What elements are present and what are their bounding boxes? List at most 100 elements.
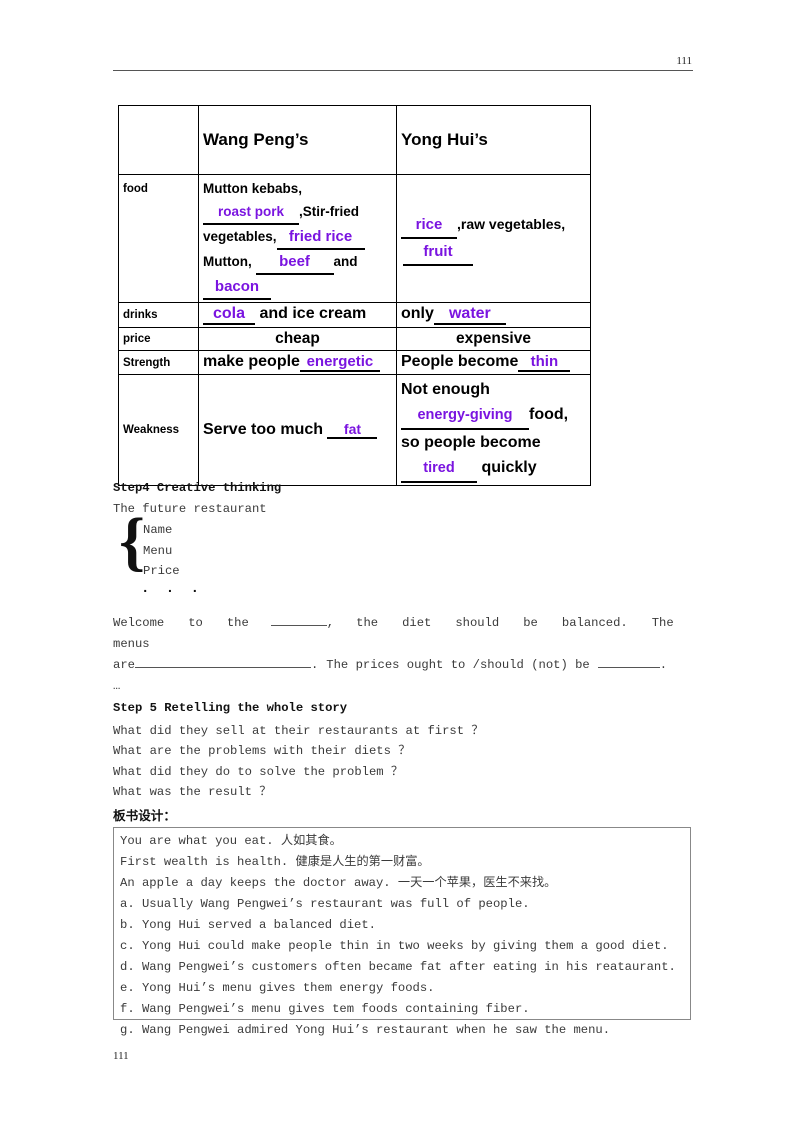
sentence-w7: should [455,616,500,630]
table-row-drinks: drinks cola and ice cream only water [118,302,591,328]
sentence-w19: (not) [531,658,568,672]
footer-page-number: 111 [113,1050,129,1062]
brace-group: { Name Menu Price · · · [113,509,698,606]
sentence-w14: The [326,658,349,672]
header-cell-blank [118,105,199,175]
sentence-w3: the [226,616,249,630]
brace-item-price: Price [143,564,180,578]
cell-weakness-yonghui: Not enough energy-giving food, so people … [396,374,591,486]
sentence-w21: . [659,658,668,672]
weakness-yh-line2-rest: food, [529,406,569,423]
row-label-price: price [118,327,199,351]
table-header-row: Wang Peng’s Yong Hui’s [118,105,591,175]
food-wp-line3-pre: vegetables, [203,229,277,244]
food-yh-blank-rice: rice [401,212,457,239]
cell-food-yonghui: rice ,raw vegetables, fruit [396,174,591,303]
weakness-wp-blank-fat: fat [327,421,378,439]
sentence-w1: Welcome [113,616,165,630]
strength-wp-blank-energetic: energetic [299,353,380,372]
drinks-wp-rest: and ice cream [259,305,367,322]
sentence-w5: the [356,616,379,630]
food-wp-blank-friedrice: fried rice [276,225,365,250]
step4-title: Step4 Creative thinking [113,481,282,495]
curly-brace-icon: { [119,505,146,578]
cell-food-wangpeng: Mutton kebabs, roast pork ,Stir-fried veg… [198,174,397,303]
step5-title: Step 5 Retelling the whole story [113,701,348,715]
blackboard-line-d: d. Wang Pengwei’s customers often became… [120,960,676,974]
sentence-w11: menus [113,636,150,651]
brace-item-menu: Menu [143,543,173,558]
sentence-blank-3[interactable] [597,654,660,668]
row-label-strength: Strength [118,350,199,375]
brace-item-name: Name [143,523,173,537]
fill-in-sentence: Welcome to the, the diet should be balanced. The… [113,612,698,676]
header-page-number: 111 [676,55,692,67]
food-yh-blank-fruit: fruit [403,239,473,266]
step5-question-1: What did they sell at their restaurants … [113,723,484,738]
weakness-yh-line1: Not enough [401,381,490,398]
row-label-weakness: Weakness [118,374,199,486]
blackboard-line-2: First wealth is health. 健康是人生的第一财富。 [120,855,430,869]
brace-item-ellipsis: · · · [141,584,204,600]
cell-price-wangpeng: cheap [198,327,397,351]
sentence-w10: The [651,616,674,630]
weakness-wp-pre: Serve too much [203,421,324,438]
row-label-drinks: drinks [118,302,199,328]
step5-question-2: What are the problems with their diets ？ [113,744,411,758]
step5-question-4: What was the result ？ [113,785,272,799]
food-wp-line4-post: and [333,254,358,269]
sentence-w18: /should [472,658,524,672]
header-rule [113,70,693,71]
weakness-yh-line3: so people become [401,434,541,451]
cell-price-yonghui: expensive [396,327,591,351]
weakness-yh-blank-energygiving: energy-giving [401,403,529,430]
cell-strength-yonghui: People become thin [396,350,591,375]
header-cell-wangpeng: Wang Peng’s [198,105,397,175]
drinks-yh-blank-water: water [433,305,506,325]
sentence-blank-2[interactable] [134,654,311,668]
sentence-w6: diet [402,616,432,630]
cell-drinks-wangpeng: cola and ice cream [198,302,397,328]
sentence-w9: balanced. [561,616,628,630]
document-body: Step4 Creative thinking The future resta… [113,478,698,803]
blackboard-line-a: a. Usually Wang Pengwei’s restaurant was… [120,897,530,911]
blackboard-line-b: b. Yong Hui served a balanced diet. [120,918,376,932]
step5-question-3: What did they do to solve the problem ？ [113,764,404,779]
document-page: 111 Wang Peng’s Yong Hui’s food Mutton k… [0,0,800,1132]
table-row-strength: Strength make people energetic People bec… [118,350,591,375]
blackboard-line-f: f. Wang Pengwei’s menu gives tem foods c… [120,1002,530,1016]
blackboard-line-c: c. Yong Hui could make people thin in tw… [120,939,669,953]
header-cell-yonghui: Yong Hui’s [396,105,591,175]
brace-item-list: Name Menu Price [143,520,180,582]
food-wp-blank-bacon: bacon [203,275,271,300]
cell-weakness-wangpeng: Serve too much fat [198,374,397,486]
sentence-blank-1[interactable] [270,612,327,626]
food-wp-line4-pre: Mutton, [203,254,252,269]
food-wp-line2-rest: ,Stir-fried [299,204,360,219]
drinks-yh-pre: only [401,305,434,322]
food-wp-line1: Mutton kebabs, [203,181,303,196]
sentence-w15: prices [355,658,400,672]
step4-subtitle: The future restaurant [113,501,267,516]
sentence-w12: are [113,658,135,672]
sentence-w8: be [523,616,538,630]
cell-drinks-yonghui: only water [396,302,591,328]
sentence-w16: ought [406,658,444,672]
food-wp-blank-roastpork: roast pork [203,200,299,225]
cell-strength-wangpeng: make people energetic [198,350,397,375]
weakness-yh-line4-rest: quickly [481,459,537,476]
strength-yh-blank-thin: thin [518,353,571,372]
sentence-w4: , [326,616,335,630]
table-row-weakness: Weakness Serve too much fat Not enough e… [118,374,591,486]
drinks-wp-blank-cola: cola [203,305,255,325]
food-wp-blank-beef: beef [255,250,334,275]
strength-wp-pre: make people [203,353,300,370]
blackboard-line-3: An apple a day keeps the doctor away. 一天… [120,876,557,890]
blackboard-line-1: You are what you eat. 人如其食。 [120,834,342,848]
sentence-w20: be [575,658,590,672]
row-label-food: food [118,174,199,303]
sentence-w17: to [450,658,466,672]
page-header: 111 [113,55,693,71]
step5-question-list: What did they sell at their restaurants … [113,721,698,803]
comparison-table: Wang Peng’s Yong Hui’s food Mutton kebab… [118,105,591,486]
